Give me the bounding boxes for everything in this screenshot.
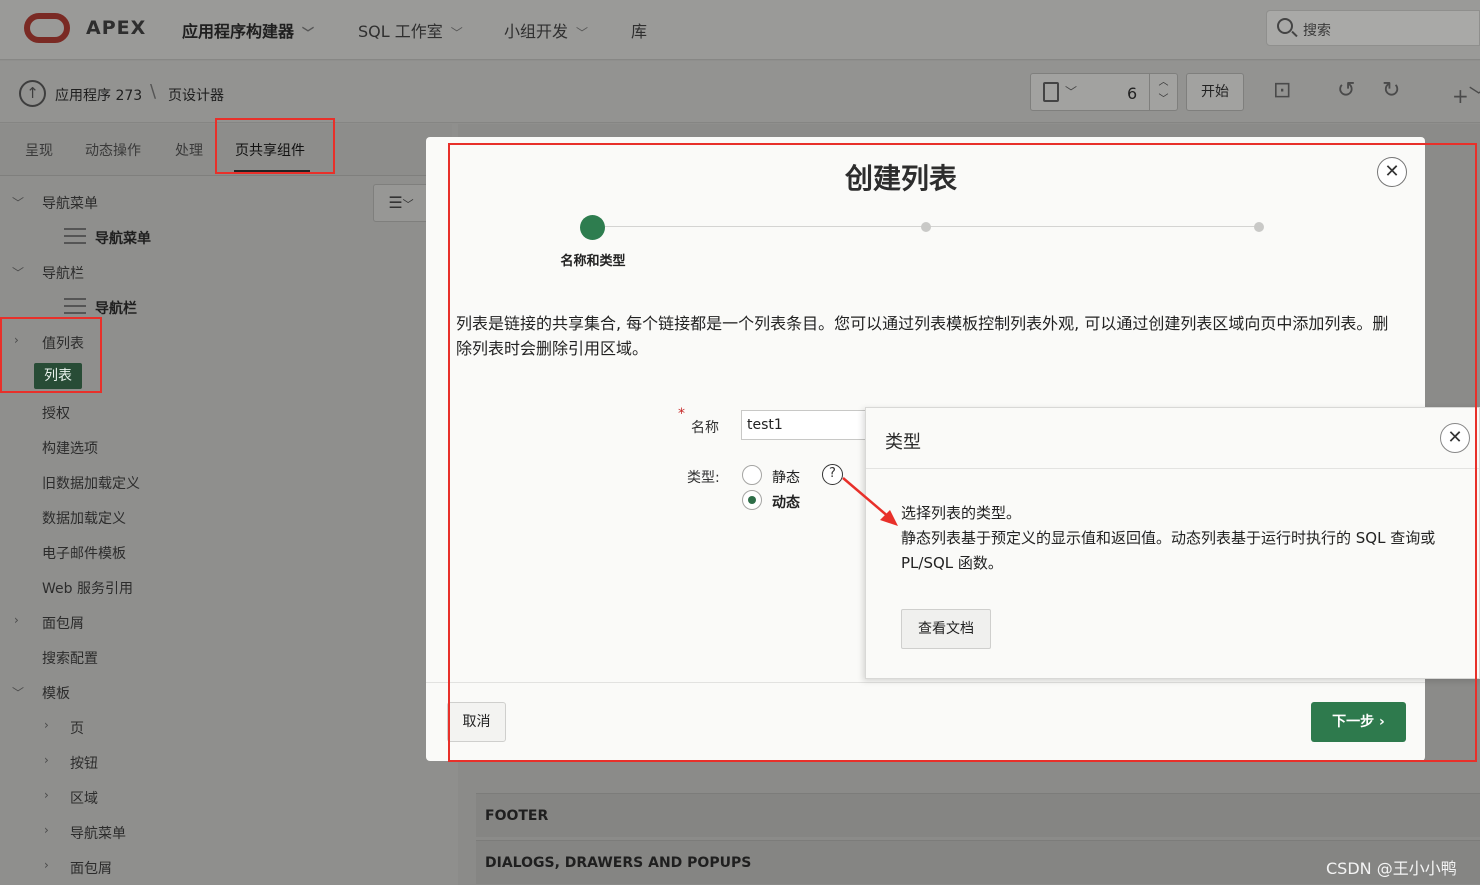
arrow-up-icon[interactable]: ↑ <box>19 80 46 107</box>
top-nav-bar: APEX 应用程序构建器 ﹀ SQL 工作室 ﹀ 小组开发 ﹀ 库 搜索 <box>0 0 1480 60</box>
nav-sql-workshop-label: SQL 工作室 <box>358 22 443 41</box>
page-stepper[interactable]: ︿ ﹀ <box>1149 74 1177 110</box>
tab-processing[interactable]: 处理 <box>175 140 203 160</box>
list-icon <box>64 296 86 316</box>
page-icon <box>1043 82 1059 102</box>
chevron-down-icon[interactable]: ﹀ <box>12 194 24 211</box>
tree-tpl-page[interactable]: 页 <box>70 718 84 738</box>
tab-rendering[interactable]: 呈现 <box>25 140 53 160</box>
chevron-down-icon: ﹀ <box>1065 85 1078 99</box>
redo-icon[interactable]: ↻ <box>1382 78 1400 103</box>
page-designer-toolbar: ↑ 应用程序 273 \ 页设计器 ﹀ 6 ︿ ﹀ 开始 <box>0 61 1480 123</box>
highlight-shared-components-tab <box>215 118 335 174</box>
tree-tpl-region[interactable]: 区域 <box>70 788 98 808</box>
tab-dynamic-actions[interactable]: 动态操作 <box>85 140 141 160</box>
start-button[interactable]: 开始 <box>1186 73 1244 111</box>
region-footer-label: FOOTER <box>485 808 549 824</box>
annotation-arrow-shaft <box>842 477 891 519</box>
list-icon <box>64 226 86 246</box>
tree-menu-button[interactable]: ☰﹀ <box>373 184 429 222</box>
highlight-lists-item <box>0 317 102 393</box>
page-number-input[interactable]: 6 <box>1127 84 1137 103</box>
chevron-right-icon[interactable]: › <box>44 858 49 872</box>
tree-tpl-breadcrumb[interactable]: 面包屑 <box>70 858 112 878</box>
tree-web-service[interactable]: Web 服务引用 <box>42 578 133 598</box>
page-selector[interactable]: ﹀ 6 ︿ ﹀ <box>1030 73 1178 111</box>
breadcrumb-separator: \ <box>150 81 157 102</box>
csdn-watermark: CSDN @王小小鸭 <box>1326 859 1457 878</box>
tree-legacy-data-load[interactable]: 旧数据加载定义 <box>42 473 140 493</box>
nav-team-dev[interactable]: 小组开发 ﹀ <box>504 18 588 42</box>
chevron-right-icon[interactable]: › <box>44 788 49 802</box>
tree-templates[interactable]: 模板 <box>42 683 70 703</box>
tree-email-templates[interactable]: 电子邮件模板 <box>42 543 126 563</box>
chevron-up-icon[interactable]: ︿ <box>1159 77 1169 88</box>
apex-logo-text: APEX <box>86 17 147 39</box>
chevron-down-icon[interactable]: ﹀ <box>12 264 24 281</box>
tree-breadcrumbs[interactable]: 面包屑 <box>42 613 84 633</box>
undo-icon[interactable]: ↺ <box>1337 78 1355 103</box>
breadcrumb-page-designer: 页设计器 <box>168 88 224 104</box>
tree-nav-menu-group[interactable]: 导航菜单 <box>42 193 98 213</box>
search-placeholder: 搜索 <box>1303 23 1331 39</box>
highlight-dialog <box>448 143 1477 762</box>
tree-tpl-nav-menu[interactable]: 导航菜单 <box>70 823 126 843</box>
chevron-down-icon: ﹀ <box>302 26 315 40</box>
shared-components-tree <box>0 180 452 885</box>
tree-nav-bar-group[interactable]: 导航栏 <box>42 263 84 283</box>
chevron-right-icon[interactable]: › <box>44 823 49 837</box>
chevron-right-icon[interactable]: › <box>44 718 49 732</box>
tree-search-config[interactable]: 搜索配置 <box>42 648 98 668</box>
chevron-right-icon[interactable]: › <box>14 613 19 627</box>
tree-authorization[interactable]: 授权 <box>42 403 70 423</box>
tree-build-options[interactable]: 构建选项 <box>42 438 98 458</box>
search-icon <box>1277 18 1293 34</box>
chevron-down-icon: ﹀ <box>576 26 589 40</box>
tree-data-load[interactable]: 数据加载定义 <box>42 508 126 528</box>
nav-app-builder-label: 应用程序构建器 <box>182 22 295 41</box>
chevron-down-icon[interactable]: ﹀ <box>12 684 24 701</box>
add-icon[interactable]: +﹀ <box>1452 80 1480 109</box>
tree-nav-bar-item[interactable]: 导航栏 <box>95 298 137 318</box>
search-input[interactable]: 搜索 <box>1266 10 1480 46</box>
breadcrumb-app[interactable]: 应用程序 273 <box>55 85 142 105</box>
annotation-arrow-icon <box>842 477 898 526</box>
tree-tpl-button[interactable]: 按钮 <box>70 753 98 773</box>
chevron-down-icon[interactable]: ﹀ <box>1159 94 1169 105</box>
nav-gallery[interactable]: 库 <box>631 18 647 42</box>
footer-region-bar <box>476 793 1480 837</box>
chevron-right-icon[interactable]: › <box>44 753 49 767</box>
region-dialogs-label: DIALOGS, DRAWERS AND POPUPS <box>485 855 752 871</box>
hamburger-icon: ☰ <box>388 193 403 212</box>
chevron-down-icon: ﹀ <box>450 26 463 40</box>
chevron-down-icon: ﹀ <box>402 198 414 211</box>
oracle-logo-icon <box>24 13 70 43</box>
lock-icon[interactable]: ⊡ <box>1273 78 1291 103</box>
nav-sql-workshop[interactable]: SQL 工作室 ﹀ <box>358 18 463 42</box>
tree-nav-menu-item[interactable]: 导航菜单 <box>95 228 151 248</box>
nav-app-builder[interactable]: 应用程序构建器 ﹀ <box>182 18 314 42</box>
nav-team-dev-label: 小组开发 <box>504 22 569 41</box>
